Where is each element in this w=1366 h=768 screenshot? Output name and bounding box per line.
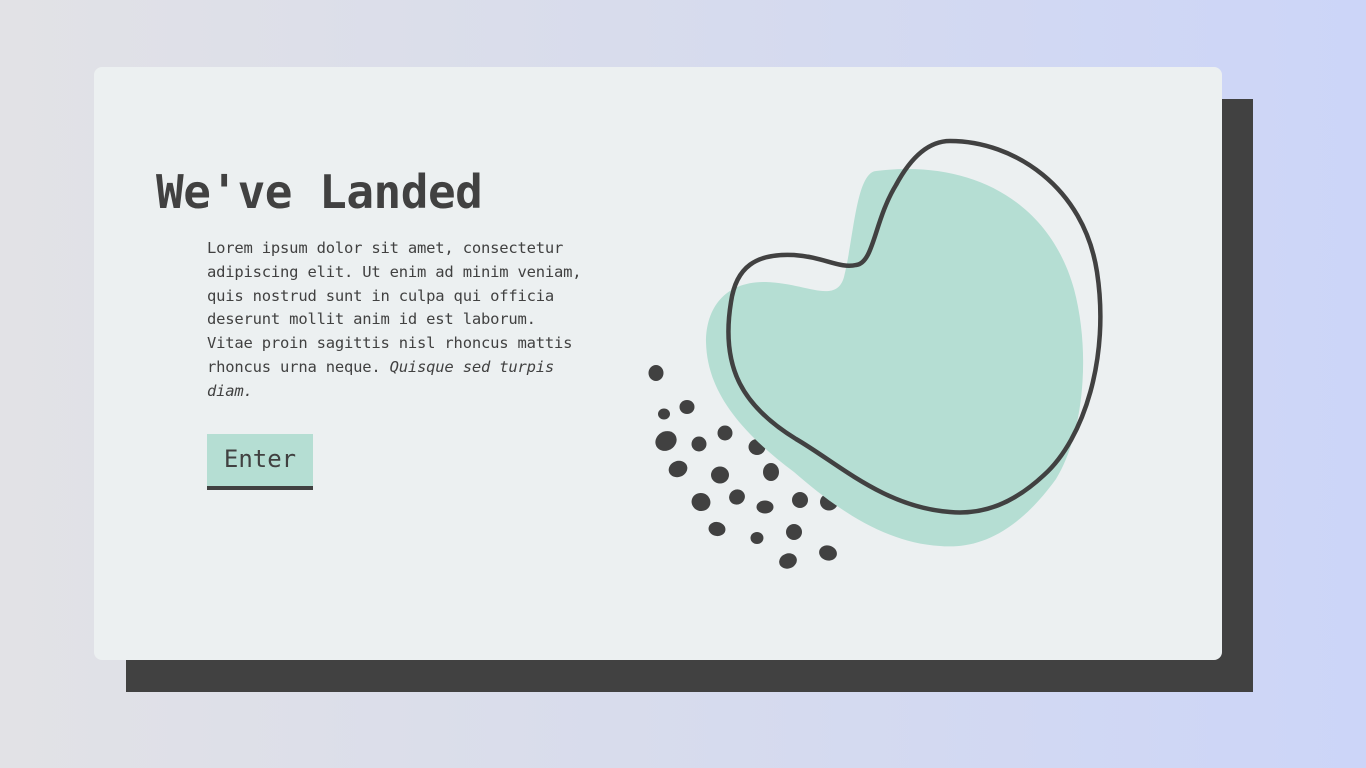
decorative-illustration — [648, 138, 1103, 569]
landing-card: We've Landed Lorem ipsum dolor sit amet,… — [94, 67, 1222, 660]
